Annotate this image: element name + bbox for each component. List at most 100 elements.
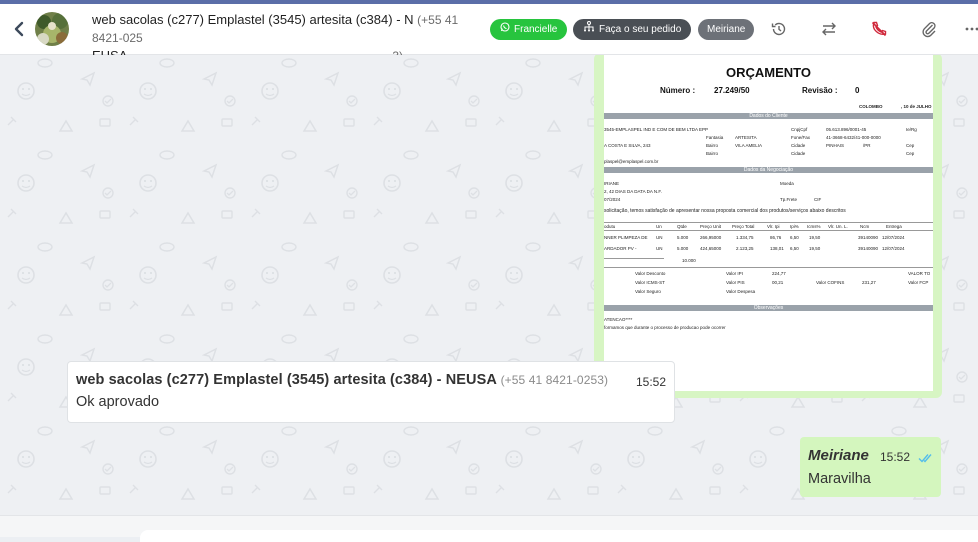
doc-cep-label: Cep — [906, 143, 915, 148]
message-composer — [0, 515, 978, 542]
doc-frete-label: Tp.Frete — [780, 197, 798, 202]
doc-obs2: formamos que durante o processo de produ… — [604, 325, 726, 330]
doc-td: 39140090 — [858, 235, 879, 240]
doc-address: A COSTA E SILVA, 243 — [604, 143, 651, 148]
doc-total: Valor Seguro — [635, 289, 661, 294]
doc-intro: solicitação, temos satisfação de apresen… — [604, 208, 846, 214]
doc-date: , 10 de JULHO — [901, 104, 932, 109]
doc-td: UN — [656, 246, 663, 251]
doc-td: 1.334,75 — [736, 235, 754, 240]
doc-table-rule-bottom — [604, 267, 933, 268]
doc-client: 3545-EMPLASPEL IND E COM DE BEM LTDA EPP — [604, 127, 709, 132]
sender-name: web sacolas (c277) Emplastel (3545) arte… — [76, 372, 497, 388]
order-tree-icon — [583, 19, 595, 40]
doc-numero: 27.249/50 — [714, 86, 750, 95]
doc-section-negotiation: Dados da Negociação — [604, 167, 933, 173]
doc-th: Preço Unit — [700, 224, 722, 229]
doc-total: Valor FCP — [908, 280, 929, 285]
doc-cidade: PINHAIS — [826, 143, 845, 148]
doc-fone: 41-3668-6432/41-000-0000 — [826, 135, 881, 140]
doc-total: 231,27 — [862, 280, 876, 285]
doc-td: 5.000 — [677, 235, 689, 240]
message-text: Ok aprovado — [76, 394, 160, 410]
doc-td: 424,65000 — [700, 246, 722, 251]
doc-total: 00,21 — [772, 280, 784, 285]
history-icon[interactable] — [769, 19, 789, 39]
sender-phone: (+55 41 8421-0253) — [500, 373, 609, 387]
doc-total: Valor PIS — [726, 280, 745, 285]
doc-cpf-label: CnpjCpf — [791, 127, 808, 132]
doc-email: plaspel@emplaspel.com.br — [604, 159, 659, 164]
doc-numero-label: Número : — [660, 86, 696, 95]
message-input[interactable] — [140, 530, 978, 542]
attachment-icon[interactable] — [919, 19, 939, 39]
doc-uf: /PR — [863, 143, 871, 148]
doc-qty-rule — [604, 258, 664, 259]
doc-td: 19,50 — [809, 246, 821, 251]
avatar[interactable] — [35, 12, 69, 46]
doc-section-observations: Observações — [604, 305, 933, 311]
doc-td: NNER PLIMPEZA DE — [604, 235, 648, 240]
doc-total: Valor IPI — [726, 271, 743, 276]
doc-table-rule-top — [604, 222, 933, 223]
agent-label: Meiriane — [707, 24, 746, 35]
outgoing-message[interactable]: Meiriane 15:52 Maravilha — [800, 437, 941, 497]
doc-neg3: 07/2024 — [604, 197, 621, 202]
doc-td: 86,76 — [770, 235, 782, 240]
doc-th: Vlr. Ipi — [767, 224, 780, 229]
doc-bairro: VILA AMELIA — [735, 143, 763, 148]
more-icon[interactable] — [964, 19, 978, 39]
agent-badge[interactable]: Meiriane — [698, 19, 755, 40]
whatsapp-channel-label: Francielle — [514, 24, 558, 35]
doc-th: odutu — [604, 224, 616, 229]
doc-th: Qtde — [677, 224, 687, 229]
back-icon[interactable] — [10, 18, 28, 40]
message-text: Maravilha — [808, 471, 871, 487]
doc-bairro2-label: Bairro — [706, 151, 719, 156]
message-sender: web sacolas (c277) Emplastel (3545) arte… — [76, 372, 608, 388]
doc-td: 6,50 — [790, 235, 799, 240]
doc-td: 12/07/2024 — [882, 246, 905, 251]
doc-td: 19,50 — [809, 235, 821, 240]
doc-obs1: ATENCAO**** — [604, 317, 633, 322]
doc-fantasia: ARTESITA — [735, 135, 757, 140]
doc-neg1: IRIANE — [604, 181, 620, 186]
doc-moeda-label: Moeda — [780, 181, 794, 186]
doc-cep2-label: Cep — [906, 151, 915, 156]
doc-table-rule-head — [604, 230, 933, 231]
doc-th: Vlr. Un. L. — [828, 224, 848, 229]
doc-total: 224,77 — [772, 271, 786, 276]
doc-ie-label: Ie/Rg — [906, 127, 917, 132]
whatsapp-channel-button[interactable]: Francielle — [490, 19, 568, 40]
transfer-icon[interactable] — [819, 19, 839, 39]
doc-th: Entrega — [886, 224, 902, 229]
doc-title: ORÇAMENTO — [726, 65, 811, 80]
read-receipt-icon — [918, 450, 934, 468]
doc-total: Valor Despesa — [726, 289, 756, 294]
message-sender: Meiriane — [808, 447, 869, 464]
doc-revisao: 0 — [855, 86, 860, 95]
quote-document-image[interactable]: ORÇAMENTO Número : 27.249/50 Revisão : 0… — [604, 55, 933, 391]
message-time: 15:52 — [880, 450, 911, 464]
doc-total: VALOR TO — [908, 271, 931, 276]
doc-cpf: 05.613.896/0001-45 — [826, 127, 867, 132]
doc-td: ARDADOR PV - — [604, 246, 637, 251]
doc-td: 12/07/2024 — [882, 235, 905, 240]
doc-section-client: Dados do Cliente — [604, 113, 933, 119]
end-call-icon[interactable] — [869, 19, 889, 39]
doc-cidade2-label: Cidade — [791, 151, 806, 156]
doc-td: 5.000 — [677, 246, 689, 251]
message-time: 15:52 — [635, 375, 666, 389]
order-button[interactable]: Faça o seu pedido — [573, 19, 692, 40]
doc-fantasia-label: Fantasia — [706, 135, 724, 140]
chat-header: web sacolas (c277) Emplastel (3545) arte… — [0, 4, 978, 63]
doc-td: 138,01 — [770, 246, 784, 251]
doc-th: Icms% — [807, 224, 821, 229]
doc-th: Un — [656, 224, 662, 229]
incoming-message[interactable]: web sacolas (c277) Emplastel (3545) arte… — [67, 361, 675, 423]
contact-name: web sacolas (c277) Emplastel (3545) arte… — [92, 12, 414, 27]
doc-revisao-label: Revisão : — [802, 86, 838, 95]
whatsapp-icon — [500, 19, 510, 40]
chat-area[interactable]: ORÇAMENTO Número : 27.249/50 Revisão : 0… — [0, 55, 978, 515]
order-button-label: Faça o seu pedido — [599, 24, 682, 35]
